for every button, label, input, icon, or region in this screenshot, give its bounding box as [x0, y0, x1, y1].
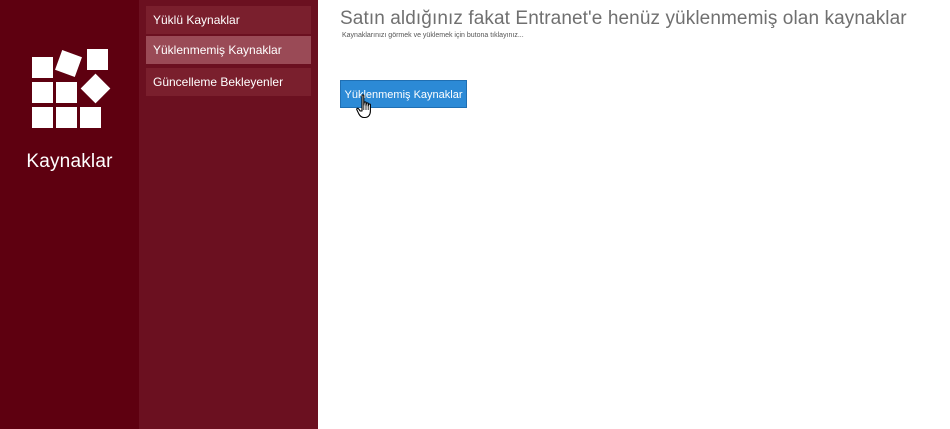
- page-subtitle: Kaynaklarınızı görmek ve yüklemek için b…: [342, 32, 524, 39]
- sidebar-item-pending-updates[interactable]: Güncelleme Bekleyenler: [146, 68, 311, 96]
- page-title: Satın aldığınız fakat Entranet'e henüz y…: [340, 8, 907, 29]
- brand-title: Kaynaklar: [26, 151, 113, 172]
- tiles-icon: [32, 49, 111, 128]
- sidebar-item-installed[interactable]: Yüklü Kaynaklar: [146, 6, 311, 34]
- sidebar-item-not-installed[interactable]: Yüklenmemiş Kaynaklar: [146, 36, 311, 64]
- main-content: Satın aldığınız fakat Entranet'e henüz y…: [318, 0, 950, 429]
- app-window: Kaynaklar Yüklü Kaynaklar Yüklenmemiş Ka…: [0, 0, 950, 429]
- hand-pointer-icon: [356, 94, 371, 119]
- brand-panel: Kaynaklar: [0, 0, 139, 429]
- sidebar-nav: Yüklü Kaynaklar Yüklenmemiş Kaynaklar Gü…: [139, 0, 318, 429]
